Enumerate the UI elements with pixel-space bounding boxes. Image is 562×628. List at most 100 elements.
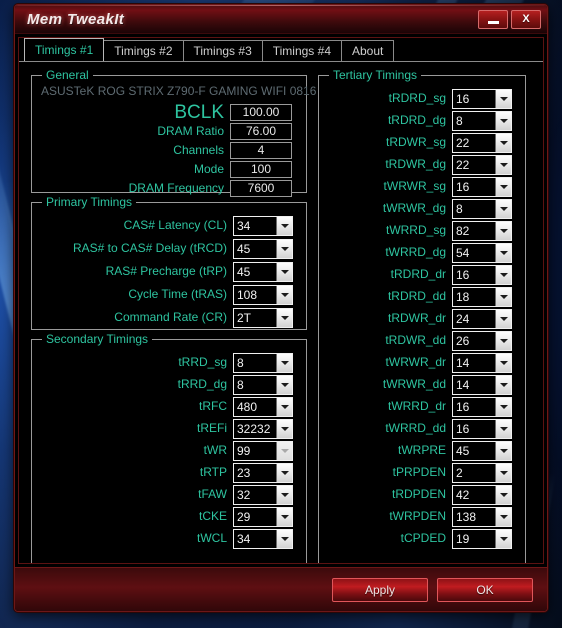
chevron-down-icon[interactable] bbox=[276, 285, 292, 304]
tertiary-combo-18[interactable]: 42 bbox=[452, 484, 512, 505]
primary-combo-0[interactable]: 34 bbox=[233, 215, 293, 236]
tertiary-combo-11[interactable]: 26 bbox=[452, 330, 512, 351]
apply-button[interactable]: Apply bbox=[332, 577, 428, 602]
chevron-down-icon[interactable] bbox=[495, 89, 511, 108]
tertiary-value-15: 16 bbox=[453, 419, 495, 438]
chevron-down-icon[interactable] bbox=[276, 529, 292, 548]
chevron-down-icon[interactable] bbox=[276, 308, 292, 327]
general-value-4: 7600 bbox=[230, 180, 292, 197]
primary-combo-2[interactable]: 45 bbox=[233, 261, 293, 282]
secondary-combo-1[interactable]: 8 bbox=[233, 374, 293, 395]
tab-timings-3[interactable]: Timings #3 bbox=[182, 40, 263, 61]
chevron-down-icon[interactable] bbox=[276, 375, 292, 394]
tertiary-combo-1[interactable]: 8 bbox=[452, 110, 512, 131]
chevron-down-icon[interactable] bbox=[276, 485, 292, 504]
chevron-down-icon[interactable] bbox=[495, 331, 511, 350]
tab-label: Timings #2 bbox=[114, 44, 173, 58]
chevron-down-icon[interactable] bbox=[276, 463, 292, 482]
chevron-down-icon[interactable] bbox=[495, 265, 511, 284]
chevron-down-icon[interactable] bbox=[276, 216, 292, 235]
chevron-down-icon[interactable] bbox=[276, 507, 292, 526]
chevron-down-icon[interactable] bbox=[495, 309, 511, 328]
tertiary-combo-2[interactable]: 22 bbox=[452, 132, 512, 153]
secondary-combo-5[interactable]: 23 bbox=[233, 462, 293, 483]
tab-timings-2[interactable]: Timings #2 bbox=[103, 40, 184, 61]
tab-about[interactable]: About bbox=[341, 40, 395, 61]
tertiary-combo-15[interactable]: 16 bbox=[452, 418, 512, 439]
secondary-combo-2[interactable]: 480 bbox=[233, 396, 293, 417]
chevron-down-icon[interactable] bbox=[495, 133, 511, 152]
chevron-down-icon[interactable] bbox=[276, 239, 292, 258]
chevron-down-icon[interactable] bbox=[495, 375, 511, 394]
tertiary-value-2: 22 bbox=[453, 133, 495, 152]
chevron-down-icon[interactable] bbox=[276, 419, 292, 438]
tertiary-combo-0[interactable]: 16 bbox=[452, 88, 512, 109]
tertiary-combo-6[interactable]: 82 bbox=[452, 220, 512, 241]
chevron-down-icon[interactable] bbox=[495, 463, 511, 482]
chevron-down-icon[interactable] bbox=[495, 287, 511, 306]
tertiary-combo-19[interactable]: 138 bbox=[452, 506, 512, 527]
tertiary-combo-10[interactable]: 24 bbox=[452, 308, 512, 329]
title-bar[interactable]: Mem TweakIt X bbox=[15, 5, 547, 34]
secondary-combo-6[interactable]: 32 bbox=[233, 484, 293, 505]
chevron-down-icon[interactable] bbox=[276, 353, 292, 372]
tertiary-label-1: tRDRD_dg bbox=[387, 113, 446, 127]
primary-label-0: CAS# Latency (CL) bbox=[123, 218, 227, 232]
tertiary-combo-12[interactable]: 14 bbox=[452, 352, 512, 373]
tertiary-combo-17[interactable]: 2 bbox=[452, 462, 512, 483]
tertiary-combo-16[interactable]: 45 bbox=[452, 440, 512, 461]
tertiary-combo-20[interactable]: 19 bbox=[452, 528, 512, 549]
chevron-down-icon[interactable] bbox=[495, 529, 511, 548]
secondary-combo-7[interactable]: 29 bbox=[233, 506, 293, 527]
general-row: DRAM Ratio 76.00 bbox=[41, 121, 292, 142]
general-label-1: DRAM Ratio bbox=[157, 124, 224, 138]
chevron-down-icon[interactable] bbox=[276, 262, 292, 281]
chevron-down-icon[interactable] bbox=[495, 397, 511, 416]
chevron-down-icon[interactable] bbox=[495, 199, 511, 218]
tertiary-combo-9[interactable]: 18 bbox=[452, 286, 512, 307]
chevron-down-icon[interactable] bbox=[495, 441, 511, 460]
chevron-down-icon[interactable] bbox=[276, 397, 292, 416]
minimize-button[interactable] bbox=[478, 9, 508, 29]
minimize-icon bbox=[487, 21, 499, 24]
primary-value-0: 34 bbox=[234, 216, 276, 235]
ok-button[interactable]: OK bbox=[437, 577, 533, 602]
secondary-label-8: tWCL bbox=[197, 531, 227, 545]
chevron-down-icon[interactable] bbox=[495, 353, 511, 372]
secondary-combo-3[interactable]: 32232 bbox=[233, 418, 293, 439]
tertiary-combo-14[interactable]: 16 bbox=[452, 396, 512, 417]
group-primary-title: Primary Timings bbox=[42, 195, 137, 209]
window-controls: X bbox=[478, 9, 541, 29]
primary-value-1: 45 bbox=[234, 239, 276, 258]
chevron-down-icon[interactable] bbox=[276, 441, 292, 460]
chevron-down-icon[interactable] bbox=[495, 419, 511, 438]
tab-timings-1[interactable]: Timings #1 bbox=[24, 38, 105, 61]
tertiary-value-7: 54 bbox=[453, 243, 495, 262]
tertiary-combo-13[interactable]: 14 bbox=[452, 374, 512, 395]
chevron-down-icon[interactable] bbox=[495, 243, 511, 262]
tertiary-combo-8[interactable]: 16 bbox=[452, 264, 512, 285]
tertiary-combo-7[interactable]: 54 bbox=[452, 242, 512, 263]
secondary-label-5: tRTP bbox=[199, 465, 227, 479]
primary-combo-1[interactable]: 45 bbox=[233, 238, 293, 259]
tertiary-combo-4[interactable]: 16 bbox=[452, 176, 512, 197]
primary-combo-4[interactable]: 2T bbox=[233, 307, 293, 328]
tertiary-value-10: 24 bbox=[453, 309, 495, 328]
tertiary-combo-3[interactable]: 22 bbox=[452, 154, 512, 175]
secondary-combo-8[interactable]: 34 bbox=[233, 528, 293, 549]
tertiary-combo-5[interactable]: 8 bbox=[452, 198, 512, 219]
chevron-down-icon[interactable] bbox=[495, 221, 511, 240]
footer-bar: Apply OK bbox=[15, 567, 547, 611]
chevron-down-icon[interactable] bbox=[495, 111, 511, 130]
secondary-combo-4[interactable]: 99 bbox=[233, 440, 293, 461]
chevron-down-icon[interactable] bbox=[495, 177, 511, 196]
close-button[interactable]: X bbox=[511, 9, 541, 29]
desktop-background: Mem TweakIt X Timings #1 Timings #2 Timing… bbox=[0, 0, 562, 628]
secondary-combo-0[interactable]: 8 bbox=[233, 352, 293, 373]
primary-combo-3[interactable]: 108 bbox=[233, 284, 293, 305]
tab-timings-4[interactable]: Timings #4 bbox=[261, 40, 342, 61]
chevron-down-icon[interactable] bbox=[495, 155, 511, 174]
chevron-down-icon[interactable] bbox=[495, 485, 511, 504]
client-area: Timings #1 Timings #2 Timings #3 Timings #4… bbox=[18, 37, 544, 564]
chevron-down-icon[interactable] bbox=[495, 507, 511, 526]
